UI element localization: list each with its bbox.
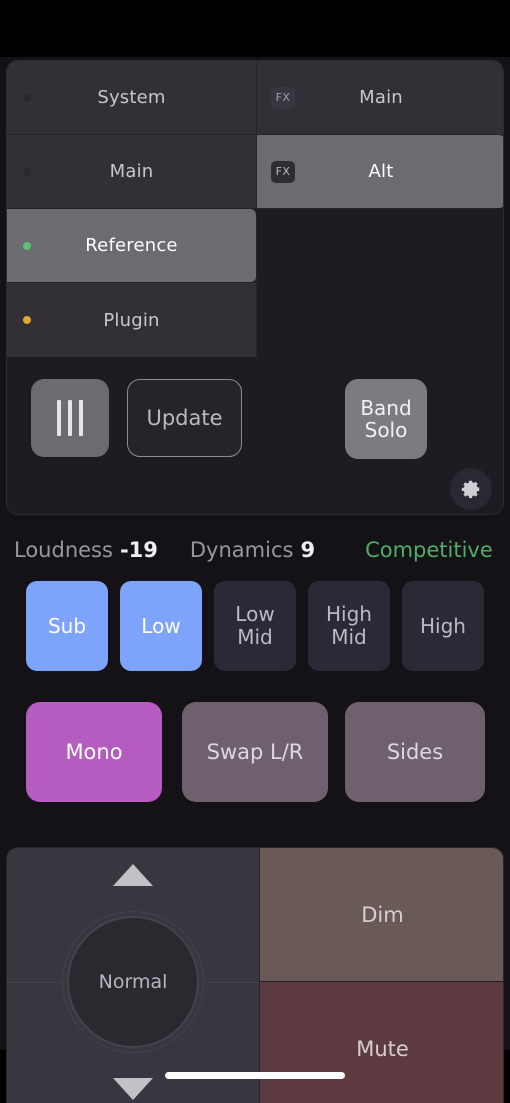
band-button-high-mid[interactable]: High Mid: [308, 581, 390, 671]
volume-knob-label: Normal: [98, 971, 168, 993]
band-button-sub[interactable]: Sub: [26, 581, 108, 671]
band-label-line2: Mid: [237, 625, 273, 649]
source-indicator-dot: [23, 241, 31, 250]
classification-badge: Competitive: [365, 538, 493, 562]
loudness-group: Loudness -19: [14, 538, 158, 562]
dim-button[interactable]: Dim: [260, 848, 503, 982]
update-button[interactable]: Update: [127, 379, 242, 457]
gear-icon: [461, 480, 480, 499]
band-label-line1: Low: [235, 602, 275, 627]
band-button-high[interactable]: High: [402, 581, 484, 671]
band-solo-label-line2: Solo: [364, 418, 408, 442]
band-button-row: Sub Low Low Mid High Mid High: [0, 581, 510, 685]
three-vertical-bars-icon: [57, 400, 61, 436]
source-row-reference[interactable]: Reference: [7, 209, 257, 283]
volume-knob[interactable]: Normal: [67, 916, 199, 1048]
band-solo-button[interactable]: Band Solo: [345, 379, 427, 459]
bars-button[interactable]: [31, 379, 109, 457]
output-label: Main: [359, 87, 403, 108]
band-button-low[interactable]: Low: [120, 581, 202, 671]
source-indicator-dot: [23, 316, 31, 324]
source-indicator-dot: [23, 167, 31, 176]
app-body: System Main Reference Plugin FX Main FX …: [0, 57, 510, 1103]
output-label: Alt: [368, 161, 394, 182]
dynamics-label: Dynamics: [189, 538, 294, 562]
routing-empty-cell: [257, 209, 503, 357]
meter-readout-row: Loudness -19 Dynamics 9 Competitive: [0, 521, 510, 579]
dynamics-group: Dynamics 9: [190, 538, 315, 562]
volume-up-button[interactable]: [113, 864, 153, 886]
band-label-line1: High: [326, 602, 372, 627]
settings-button[interactable]: [450, 468, 492, 510]
dynamics-value: 9: [300, 538, 316, 562]
source-row-main[interactable]: Main: [7, 135, 257, 209]
source-label: System: [97, 87, 166, 108]
band-label-line2: Mid: [331, 625, 367, 649]
stereo-button-row: Mono Swap L/R Sides: [0, 702, 510, 812]
stereo-button-mono[interactable]: Mono: [26, 702, 162, 802]
app-root: System Main Reference Plugin FX Main FX …: [0, 0, 510, 1103]
source-row-plugin[interactable]: Plugin: [7, 283, 257, 357]
source-label: Reference: [85, 235, 178, 256]
volume-actions: Dim Mute: [260, 848, 503, 1103]
routing-grid: System Main Reference Plugin FX Main FX …: [7, 61, 503, 357]
volume-control-area: Normal: [7, 848, 259, 1103]
control-row: Update Band Solo: [7, 357, 503, 514]
output-row-alt[interactable]: FX Alt: [257, 135, 503, 209]
output-row-main[interactable]: FX Main: [257, 61, 503, 135]
band-label-line1: Low: [141, 613, 181, 638]
volume-down-button[interactable]: [113, 1078, 153, 1100]
three-vertical-bars-icon: [68, 400, 72, 436]
loudness-value: -19: [119, 538, 158, 562]
band-solo-label-line1: Band: [360, 395, 412, 420]
source-indicator-dot: [23, 93, 31, 102]
three-vertical-bars-icon: [79, 400, 83, 436]
status-bar: [0, 0, 510, 57]
source-label: Plugin: [103, 309, 160, 331]
source-row-system[interactable]: System: [7, 61, 257, 135]
loudness-label: Loudness: [14, 538, 113, 562]
fx-badge-icon[interactable]: FX: [271, 160, 295, 183]
band-label-line1: Sub: [47, 613, 87, 638]
band-label-line1: High: [420, 613, 466, 638]
source-label: Main: [109, 161, 154, 182]
stereo-button-sides[interactable]: Sides: [345, 702, 485, 802]
mute-button[interactable]: Mute: [260, 982, 503, 1103]
band-button-low-mid[interactable]: Low Mid: [214, 581, 296, 671]
volume-panel: Normal Dim Mute: [6, 847, 504, 1103]
home-indicator[interactable]: [165, 1072, 345, 1079]
stereo-button-swap-lr[interactable]: Swap L/R: [182, 702, 328, 802]
routing-panel: System Main Reference Plugin FX Main FX …: [6, 60, 504, 515]
fx-badge-icon[interactable]: FX: [271, 86, 295, 109]
